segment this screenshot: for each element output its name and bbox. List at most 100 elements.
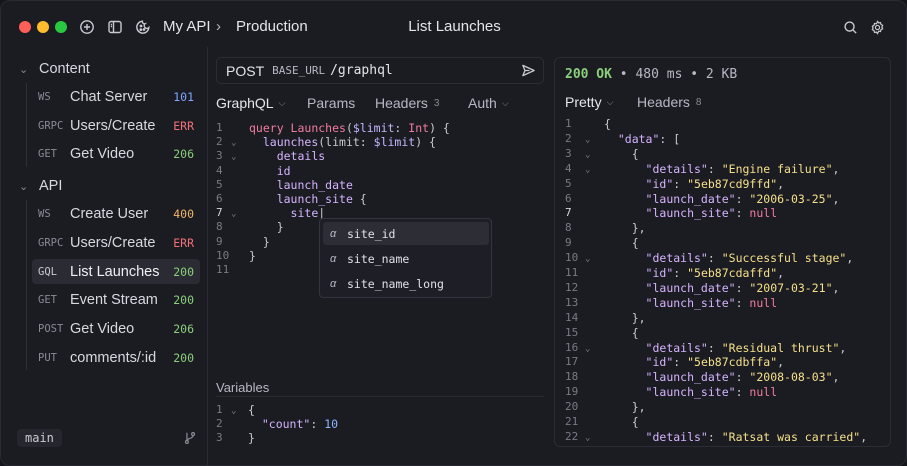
- code-token: "Successful stage": [721, 251, 847, 266]
- code-token: null: [749, 385, 778, 400]
- line-number: 3: [216, 431, 223, 445]
- sidebar-item-list-launches[interactable]: GQL List Launches 200: [32, 259, 200, 284]
- search-icon[interactable]: [843, 20, 858, 35]
- tree-guide: [26, 200, 27, 370]
- tab-response-headers[interactable]: Headers 8: [637, 92, 701, 112]
- tab-count: 3: [433, 97, 440, 109]
- sidebar-item-event-stream[interactable]: GET Event Stream 200: [32, 287, 200, 312]
- line-number: 3: [565, 146, 572, 160]
- code-token: ,: [860, 429, 868, 444]
- git-branch-icon[interactable]: [183, 431, 197, 445]
- http-method[interactable]: POST: [226, 63, 264, 79]
- tab-headers[interactable]: Headers 3: [375, 93, 439, 113]
- gear-icon[interactable]: [870, 20, 885, 35]
- line-number: 7: [565, 206, 572, 220]
- line-number: 5: [216, 177, 223, 191]
- method-badge: PUT: [38, 351, 57, 364]
- sidebar-item-users-create-2[interactable]: GRPC Users/Create ERR: [32, 230, 200, 255]
- code-token: {: [604, 117, 611, 131]
- chevron-down-icon: ⌄: [19, 63, 29, 76]
- sidebar-folder-content[interactable]: ⌄ Content: [19, 58, 90, 80]
- fold-chevron-icon[interactable]: ⌄: [231, 404, 236, 418]
- autocomplete-item-site-id[interactable]: α site_id: [323, 222, 489, 245]
- sidebar-item-get-video[interactable]: GET Get Video 206: [32, 141, 200, 166]
- environment-selector[interactable]: Production: [236, 18, 308, 35]
- sidebar-folder-api[interactable]: ⌄ API: [19, 175, 62, 197]
- panel-divider[interactable]: [207, 47, 208, 465]
- sidebar-toggle-icon[interactable]: [107, 19, 123, 35]
- sidebar-item-users-create[interactable]: GRPC Users/Create ERR: [32, 113, 200, 138]
- code-token: "5eb87cdbffa": [687, 355, 778, 370]
- workspace-selector[interactable]: My API: [163, 18, 211, 35]
- plus-circle-icon[interactable]: [79, 19, 95, 35]
- code-token: query: [249, 121, 291, 135]
- minimize-window-button[interactable]: [37, 21, 49, 33]
- code-line: }: [248, 431, 255, 445]
- code-line: "details": "Ratsat was carried",: [604, 429, 868, 444]
- code-token: ,: [832, 280, 840, 295]
- code-token: (limit:: [318, 135, 374, 150]
- response-status: 200 OK • 480 ms • 2 KB: [565, 67, 737, 82]
- line-number: 19: [565, 385, 579, 399]
- line-number: 16: [565, 340, 579, 354]
- fold-chevron-icon[interactable]: ⌄: [585, 133, 590, 147]
- code-token: :: [394, 121, 409, 135]
- fold-chevron-icon[interactable]: ⌄: [585, 431, 590, 445]
- autocomplete-item-site-name-long[interactable]: α site_name_long: [323, 272, 489, 295]
- code-token: }: [248, 431, 255, 446]
- url-bar[interactable]: POST BASE_URL /graphql: [216, 57, 544, 84]
- fold-chevron-icon[interactable]: ⌄: [231, 136, 236, 150]
- tab-auth[interactable]: Auth ⌵: [468, 93, 509, 113]
- fold-chevron-icon[interactable]: ⌄: [585, 252, 590, 266]
- tab-pretty[interactable]: Pretty ⌵: [565, 92, 613, 112]
- tab-label: Params: [307, 95, 356, 111]
- code-line: "data": [: [604, 132, 680, 146]
- tab-params[interactable]: Params: [307, 93, 355, 113]
- code-token: ,: [846, 251, 854, 266]
- line-number: 8: [565, 221, 572, 235]
- code-token: "details": [645, 429, 708, 444]
- line-number: 18: [565, 370, 579, 384]
- code-token: :: [735, 295, 750, 310]
- code-token: }: [249, 220, 284, 235]
- code-token: "Ratsat was carried": [721, 429, 861, 444]
- code-token: "id": [645, 176, 674, 191]
- autocomplete-label: site_id: [347, 226, 396, 241]
- line-number: 14: [565, 310, 579, 324]
- maximize-window-button[interactable]: [55, 21, 67, 33]
- sidebar-item-comments-id[interactable]: PUT comments/:id 200: [32, 345, 200, 370]
- cookie-icon[interactable]: [135, 19, 151, 35]
- status-code: 200: [173, 264, 194, 279]
- send-icon[interactable]: [521, 63, 536, 78]
- fold-chevron-icon[interactable]: ⌄: [231, 150, 236, 164]
- sidebar-item-get-video-2[interactable]: POST Get Video 206: [32, 316, 200, 341]
- tab-graphql[interactable]: GraphQL ⌵: [216, 93, 285, 113]
- fold-chevron-icon[interactable]: ⌄: [585, 342, 590, 356]
- autocomplete-item-site-name[interactable]: α site_name: [323, 247, 489, 270]
- code-token: :: [707, 251, 722, 266]
- response-size: 2 KB: [705, 67, 738, 82]
- fold-chevron-icon[interactable]: ⌄: [231, 207, 236, 221]
- folder-label: Content: [39, 61, 90, 77]
- fold-chevron-icon[interactable]: ⌄: [585, 163, 590, 177]
- close-window-button[interactable]: [19, 21, 31, 33]
- fold-chevron-icon[interactable]: ⌄: [585, 148, 590, 162]
- code-token: :: [735, 280, 750, 295]
- method-badge: GET: [38, 147, 57, 160]
- tab-count: 8: [695, 96, 702, 108]
- status-code: 200: [173, 292, 194, 307]
- code-token: :: [707, 340, 722, 355]
- code-token: "id": [645, 266, 674, 280]
- sidebar-item-chat-server[interactable]: WS Chat Server 101: [32, 84, 200, 109]
- sidebar-item-create-user[interactable]: WS Create User 400: [32, 201, 200, 226]
- git-branch-badge[interactable]: main: [17, 429, 62, 447]
- code-token: null: [749, 206, 778, 221]
- request-name: Chat Server: [70, 88, 148, 105]
